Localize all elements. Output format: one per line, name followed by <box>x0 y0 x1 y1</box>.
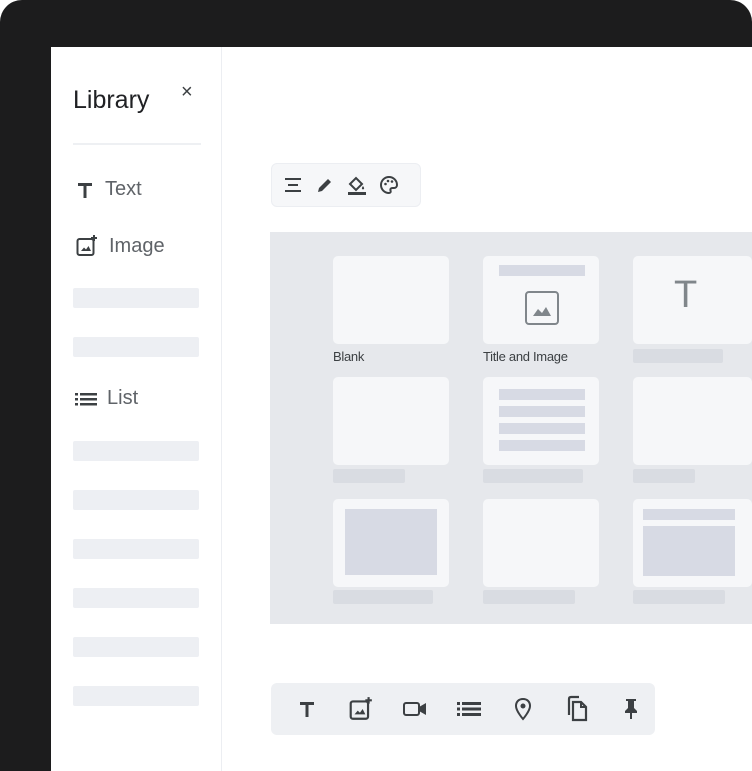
insert-location-button[interactable] <box>499 689 547 729</box>
insert-video-button[interactable] <box>391 689 439 729</box>
caption-placeholder <box>483 469 583 483</box>
insert-image-button[interactable] <box>337 689 385 729</box>
insert-list-button[interactable] <box>445 689 493 729</box>
sidebar-placeholder <box>73 337 199 357</box>
image-icon <box>525 291 559 325</box>
location-pin-icon <box>514 697 532 721</box>
sidebar-item-label: List <box>107 387 139 409</box>
template-image-full[interactable] <box>333 499 449 587</box>
sidebar-placeholder <box>73 588 199 608</box>
caption-placeholder <box>633 469 695 483</box>
template-text[interactable]: T <box>633 256 752 344</box>
text-icon <box>75 180 95 200</box>
sidebar-placeholder <box>73 288 199 308</box>
list-icon <box>457 702 481 716</box>
template-blank[interactable] <box>333 256 449 344</box>
template-list[interactable] <box>483 377 599 465</box>
add-image-icon <box>349 697 372 720</box>
pencil-icon <box>318 179 331 192</box>
video-icon <box>403 702 426 716</box>
template-title-block[interactable] <box>633 499 752 587</box>
caption-placeholder <box>333 469 405 483</box>
format-toolbar <box>271 163 421 207</box>
add-image-icon <box>75 234 99 258</box>
template-caption: Title and Image <box>483 349 568 364</box>
sidebar-divider <box>73 143 201 145</box>
app-screen: Library × Text Image List Blank Title an… <box>51 47 752 771</box>
caption-placeholder <box>333 590 433 604</box>
text-glyph: T <box>674 274 698 316</box>
text-icon <box>300 702 314 717</box>
title-placeholder <box>643 509 735 520</box>
caption-placeholder <box>633 590 725 604</box>
sidebar-placeholder <box>73 490 199 510</box>
palette-icon <box>380 175 399 195</box>
content-placeholder <box>643 526 735 576</box>
sidebar-item-image[interactable]: Image <box>75 234 165 258</box>
caption-placeholder <box>483 590 575 604</box>
library-sidebar: Library × Text Image List <box>51 47 222 771</box>
copy-icon <box>567 695 588 722</box>
caption-placeholder <box>633 349 723 363</box>
sidebar-item-list[interactable]: List <box>75 387 138 410</box>
sidebar-placeholder <box>73 686 199 706</box>
insert-toolbar <box>271 683 655 735</box>
template-card[interactable] <box>633 377 752 465</box>
fill-color-icon <box>348 176 366 195</box>
list-row-placeholder <box>499 423 585 434</box>
align-button[interactable] <box>278 170 308 200</box>
library-title: Library <box>73 86 150 114</box>
close-icon[interactable]: × <box>181 81 193 104</box>
sidebar-placeholder <box>73 539 199 559</box>
image-placeholder <box>345 509 437 575</box>
pin-icon <box>625 699 637 719</box>
sidebar-item-label: Text <box>105 178 142 200</box>
sidebar-item-label: Image <box>109 234 165 257</box>
template-card[interactable] <box>333 377 449 465</box>
fill-color-button[interactable] <box>342 170 372 200</box>
sidebar-item-text[interactable]: Text <box>75 178 142 201</box>
palette-button[interactable] <box>374 170 404 200</box>
template-title-and-image[interactable] <box>483 256 599 344</box>
template-gallery: Blank Title and Image T <box>270 232 752 624</box>
sidebar-placeholder <box>73 637 199 657</box>
copy-button[interactable] <box>553 689 601 729</box>
template-card[interactable] <box>483 499 599 587</box>
list-row-placeholder <box>499 440 585 451</box>
sidebar-placeholder <box>73 441 199 461</box>
title-placeholder <box>499 265 585 276</box>
align-icon <box>285 178 301 192</box>
pin-button[interactable] <box>607 689 655 729</box>
insert-text-button[interactable] <box>283 689 331 729</box>
list-icon <box>75 391 97 407</box>
list-row-placeholder <box>499 406 585 417</box>
template-caption: Blank <box>333 349 365 364</box>
pencil-button[interactable] <box>310 170 340 200</box>
list-row-placeholder <box>499 389 585 400</box>
